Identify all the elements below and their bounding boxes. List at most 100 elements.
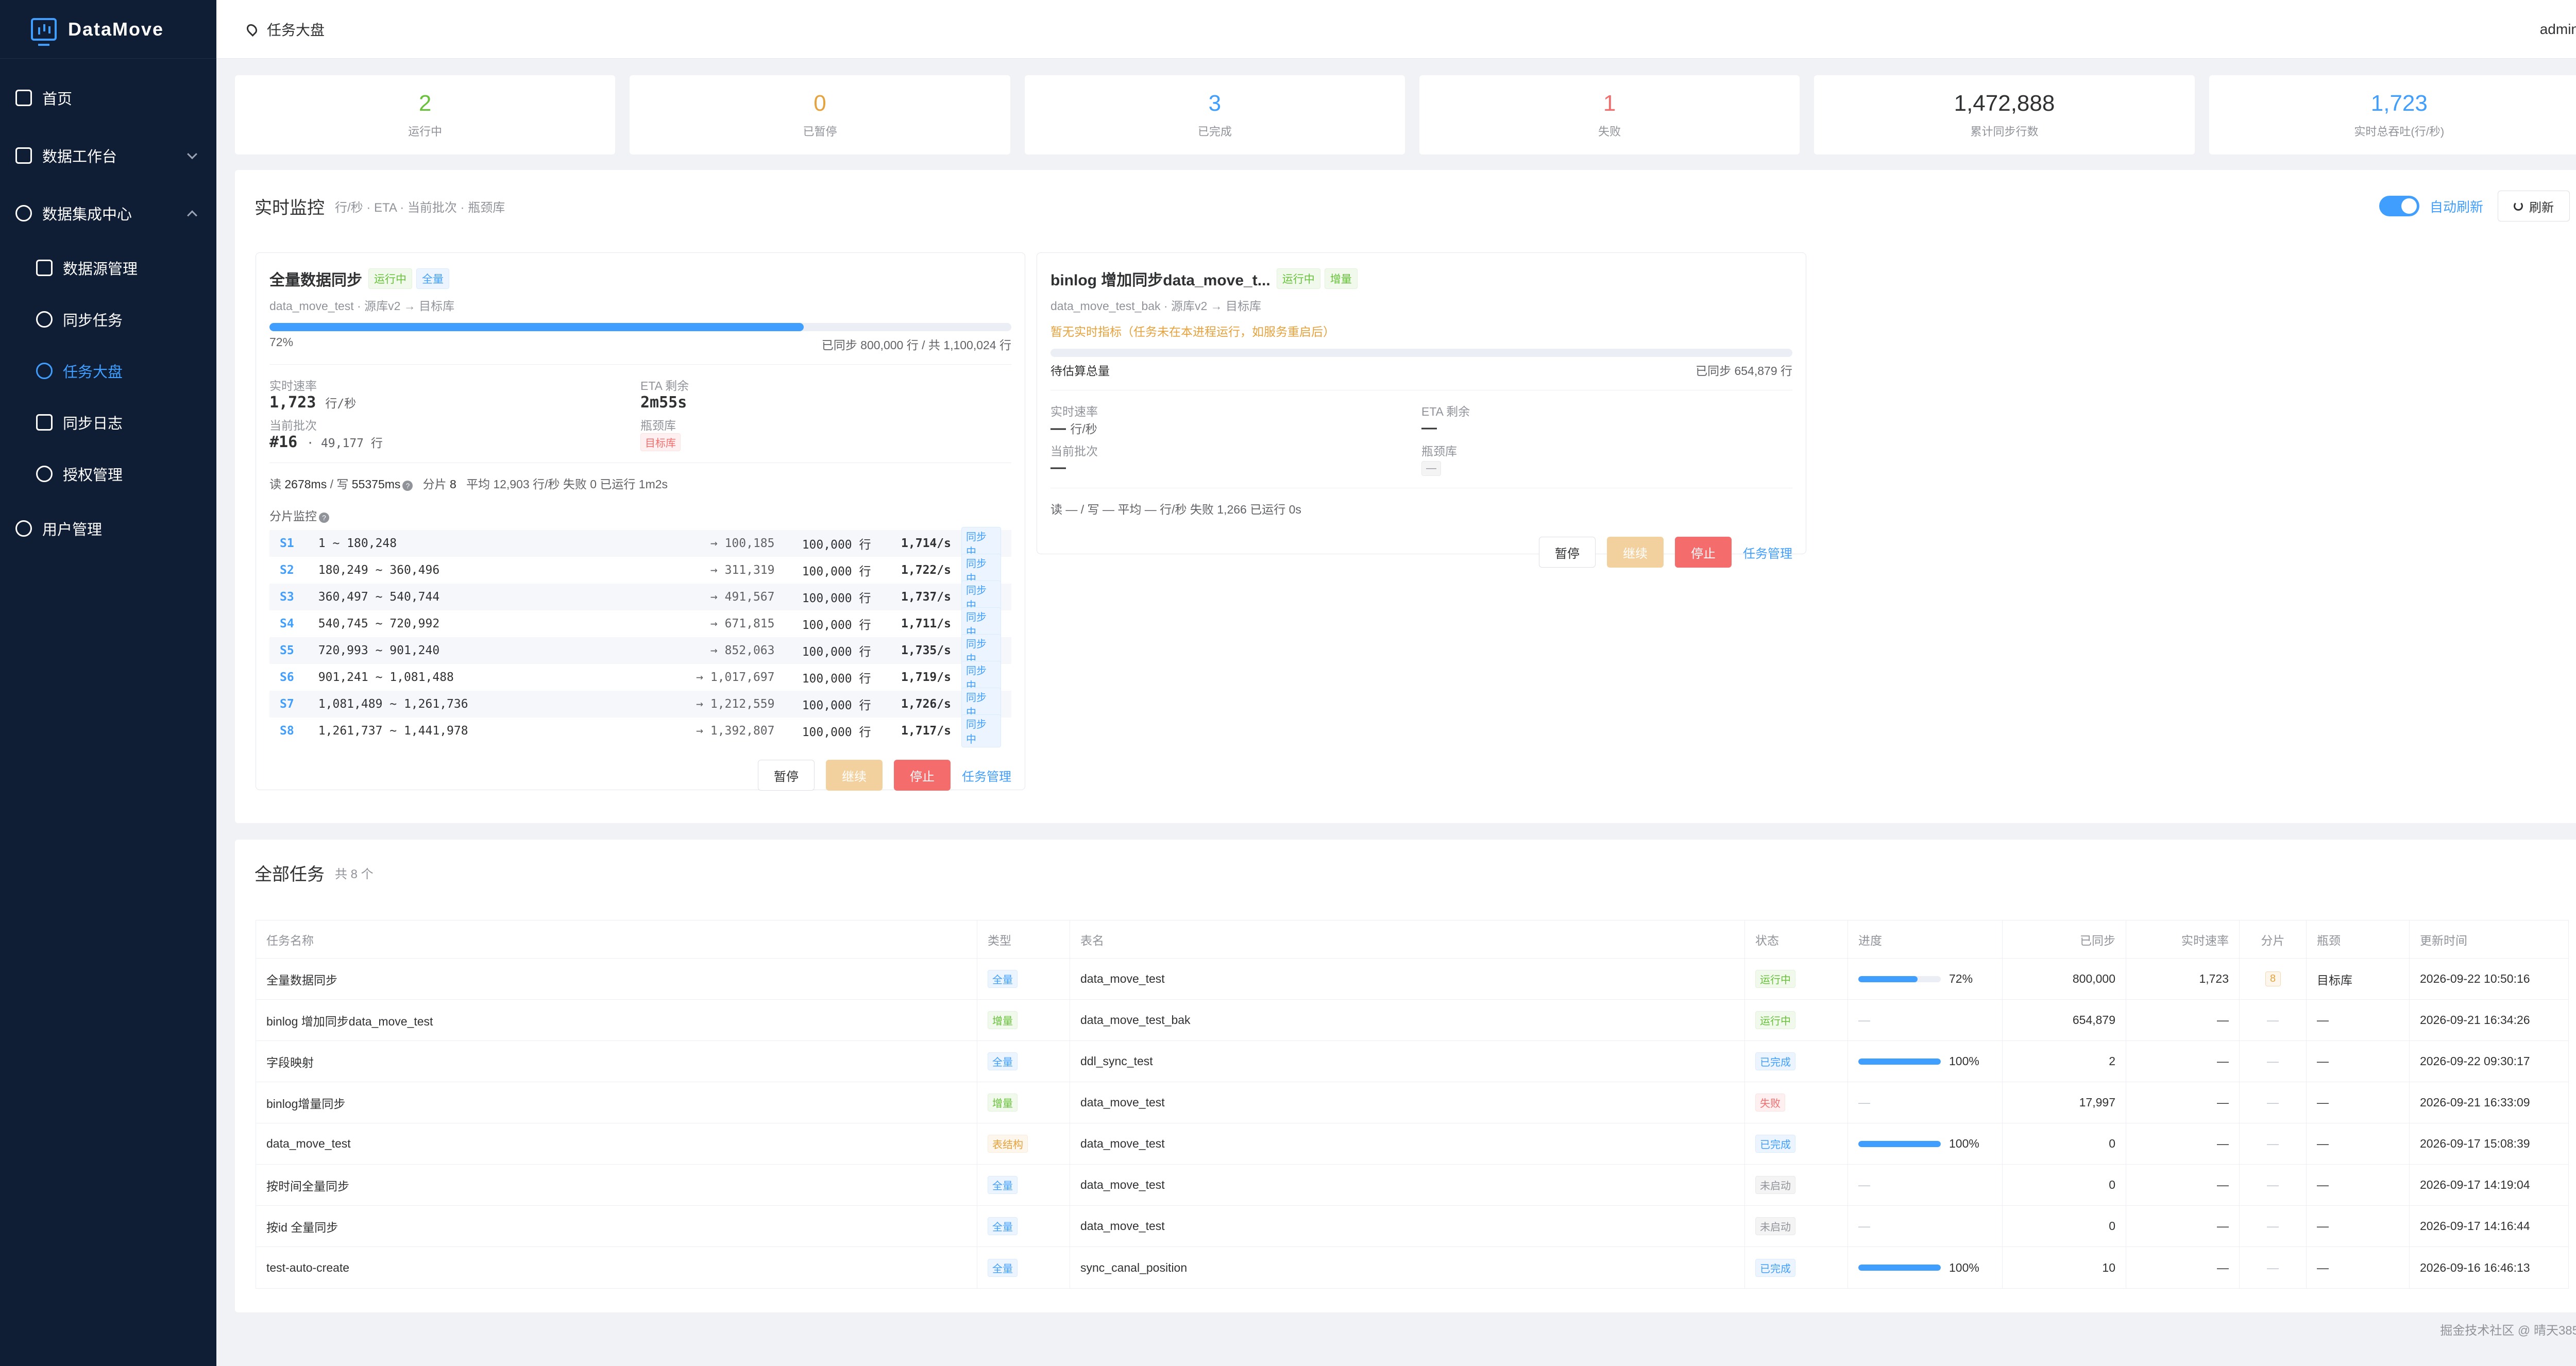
help-icon[interactable]: ? (402, 481, 413, 491)
shards-cell: — (2240, 1206, 2307, 1247)
rate-cell: — (2126, 1082, 2240, 1123)
progress-cell: 100% (1848, 1041, 2003, 1082)
sidebar-item-task-dashboard[interactable]: 任务大盘 (0, 345, 216, 397)
updated-cell: 2026-09-17 14:16:44 (2420, 1219, 2530, 1233)
help-icon[interactable]: ? (319, 513, 329, 523)
type-cell: 全量 (977, 1041, 1070, 1082)
table-name-cell: ddl_sync_test (1070, 1041, 1745, 1082)
column-header[interactable]: 状态 (1745, 920, 1848, 958)
table-row[interactable]: 按时间全量同步 全量 data_move_test 未启动 —0— — —2026-09-1… (256, 1165, 2568, 1206)
shard-id: S7 (280, 697, 294, 711)
column-header[interactable]: 瓶颈 (2307, 920, 2410, 958)
metric-label: 瓶颈库 (1421, 445, 1457, 458)
status-cell: 运行中 (1745, 1000, 1848, 1040)
shards-empty: — (2267, 1013, 2279, 1027)
bottleneck-cell: 目标库 (2307, 959, 2410, 999)
sidebar-item-home[interactable]: 首页 (0, 69, 216, 127)
column-header[interactable]: 实时速率 (2126, 920, 2240, 958)
progress-cell: — (1848, 1165, 2003, 1205)
user-menu[interactable]: admin (2540, 21, 2576, 38)
refresh-button[interactable]: 刷新 (2498, 191, 2570, 221)
sidebar-item-sync-tasks[interactable]: 同步任务 (0, 294, 216, 345)
shard-row: S5 720,993 ~ 901,240 → 852,063 100,000 行… (269, 634, 1011, 667)
progress-fill (1858, 1140, 1941, 1147)
column-header[interactable]: 进度 (1848, 920, 2003, 958)
type-badge: 表结构 (988, 1135, 1028, 1153)
status-badge: 失败 (1755, 1094, 1785, 1112)
panel-title: 全部任务 (255, 865, 325, 884)
logo[interactable]: DataMove (0, 0, 216, 59)
stat-value: 0 (814, 91, 826, 116)
column-header[interactable]: 表名 (1070, 920, 1745, 958)
shard-monitor-title: 分片监控? (269, 506, 1011, 524)
warning-message: 暂无实时指标（任务未在本进程运行，如服务重启后） (1050, 325, 1335, 338)
column-header[interactable]: 更新时间 (2410, 920, 2568, 958)
shard-position: → 1,392,807 (696, 724, 775, 738)
stop-button[interactable]: 停止 (1675, 537, 1732, 568)
shard-position: → 852,063 (710, 644, 775, 657)
shard-id: S4 (280, 617, 294, 630)
stop-button[interactable]: 停止 (894, 760, 951, 791)
table-row[interactable]: test-auto-create 全量 sync_canal_position 已完成… (256, 1247, 2568, 1288)
app-name: DataMove (68, 18, 164, 40)
tasks-table: 任务名称 类型 表名 状态 进度 已同步 实时速率 分片 瓶颈 更新时间 全量数… (256, 920, 2569, 1289)
sidebar-item-integration[interactable]: 数据集成中心 (0, 184, 216, 242)
rate-cell: — (2126, 1206, 2240, 1247)
database-icon (36, 260, 53, 276)
task-manage-link[interactable]: 任务管理 (1743, 543, 1792, 561)
stat-card-running: 2 运行中 (235, 75, 616, 155)
stat-card-paused: 0 已暂停 (630, 75, 1010, 155)
shard-id: S3 (280, 590, 294, 604)
sidebar-item-label: 数据源管理 (63, 261, 138, 278)
stat-value: 2 (418, 91, 432, 116)
column-header[interactable]: 已同步 (2003, 920, 2126, 958)
rate-unit: 行/秒 (325, 397, 357, 411)
resume-button[interactable]: 继续 (1607, 537, 1664, 568)
column-header[interactable]: 任务名称 (256, 920, 977, 958)
table-row[interactable]: 字段映射 全量 ddl_sync_test 已完成 100% 2— — —2026-09-22… (256, 1041, 2568, 1082)
sidebar-item-users[interactable]: 用户管理 (0, 500, 216, 557)
sidebar-item-datasource[interactable]: 数据源管理 (0, 242, 216, 294)
sidebar-item-sync-logs[interactable]: 同步日志 (0, 397, 216, 448)
sidebar-item-authorization[interactable]: 授权管理 (0, 448, 216, 500)
rate-cell: — (2126, 1165, 2240, 1205)
auto-refresh-toggle[interactable] (2379, 196, 2419, 216)
pause-button[interactable]: 暂停 (1539, 537, 1596, 568)
progress-fill (269, 323, 804, 331)
shard-id: S1 (280, 537, 294, 550)
shards-empty: — (2267, 1219, 2279, 1233)
synced-cell: 800,000 (2003, 959, 2126, 999)
progress-bar (269, 323, 1011, 331)
shard-count: 100,000 行 (802, 699, 871, 712)
edit-icon (15, 147, 32, 164)
shards-empty: — (2267, 1096, 2279, 1109)
type-badge: 全量 (988, 970, 1018, 988)
shard-speed: 1,717/s (901, 724, 951, 738)
resume-button[interactable]: 继续 (826, 760, 883, 791)
table-row[interactable]: binlog增量同步 增量 data_move_test 失败 —17,997— — —20… (256, 1082, 2568, 1123)
table-name-cell: data_move_test_bak (1070, 1000, 1745, 1040)
table-row[interactable]: 全量数据同步 全量 data_move_test 运行中 72% 800,000 1,723… (256, 959, 2568, 1000)
shards-cell: — (2240, 1000, 2307, 1040)
table-row[interactable]: data_move_test 表结构 data_move_test 已完成 100% 0—… (256, 1123, 2568, 1165)
column-header[interactable]: 类型 (977, 920, 1070, 958)
sidebar-item-workbench[interactable]: 数据工作台 (0, 127, 216, 184)
bottleneck-cell: — (2307, 1082, 2410, 1123)
table-header-row: 任务名称 类型 表名 状态 进度 已同步 实时速率 分片 瓶颈 更新时间 (256, 920, 2568, 959)
home-icon (15, 90, 32, 106)
table-name-cell: data_move_test (1070, 1206, 1745, 1247)
synced-cell: 0 (2003, 1206, 2126, 1247)
column-header[interactable]: 分片 (2240, 920, 2307, 958)
task-monitor-card: 全量数据同步 运行中 全量 data_move_test · 源库v2 → 目标… (256, 252, 1025, 791)
share-icon (15, 205, 32, 221)
table-row[interactable]: 按id 全量同步 全量 data_move_test 未启动 —0— — —2026-09-… (256, 1206, 2568, 1247)
sidebar-item-label: 首页 (42, 91, 73, 108)
shard-row: S2 180,249 ~ 360,496 → 311,319 100,000 行… (269, 554, 1011, 587)
divider (269, 364, 1011, 365)
rate-value: 1,723 (269, 394, 316, 412)
table-row[interactable]: binlog 增加同步data_move_test 增量 data_move_tes… (256, 1000, 2568, 1041)
pause-button[interactable]: 暂停 (758, 760, 815, 791)
stat-value: 3 (1208, 91, 1222, 116)
type-cell: 全量 (977, 959, 1070, 999)
task-manage-link[interactable]: 任务管理 (962, 766, 1011, 784)
